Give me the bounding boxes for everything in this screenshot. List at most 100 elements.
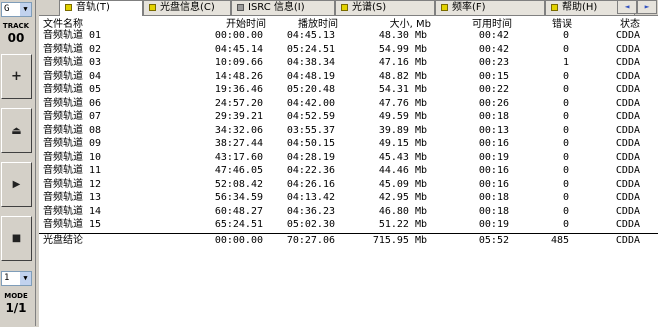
table-row[interactable]: 音频轨道 12 52:08.42 04:26.16 45.09 Mb 00:16 0 CDD… — [39, 179, 658, 190]
tab-frequency[interactable]: 频率(F) — [435, 0, 545, 15]
speed-select[interactable]: 1 ▼ — [1, 271, 32, 286]
scroll-right-icon[interactable]: ► — [637, 0, 657, 14]
table-row[interactable]: 音频轨道 02 04:45.14 05:24.51 54.99 Mb 00:42 0 CDD… — [39, 44, 658, 55]
track-errors: 1 — [562, 57, 569, 68]
track-status: CDDA — [615, 111, 640, 122]
track-start: 24:57.20 — [214, 97, 263, 109]
tab-label: 音轨(T) — [76, 2, 110, 13]
track-start: 38:27.44 — [214, 138, 263, 149]
summary-row[interactable]: 光盘结论 00:00.00 70:27.06 715.95 Mb 05:52 4… — [39, 235, 658, 246]
header-avail[interactable]: 可用时间 — [472, 19, 512, 30]
track-play: 04:28.19 — [286, 151, 335, 163]
track-avail: 00:16 — [478, 165, 509, 176]
eject-button[interactable]: ⏏ — [1, 108, 32, 153]
track-status: CDDA — [615, 97, 640, 109]
track-size: 42.95 Mb — [378, 192, 427, 203]
track-play: 04:26.16 — [286, 178, 335, 190]
track-errors: 0 — [562, 205, 569, 217]
track-name: 音频轨道 09 — [43, 138, 102, 149]
track-avail: 00:18 — [478, 111, 509, 122]
track-play: 03:55.37 — [286, 124, 335, 136]
tab-tracks[interactable]: 音轨(T) — [59, 0, 143, 16]
track-start: 29:39.21 — [214, 111, 263, 122]
chevron-down-icon[interactable]: ▼ — [20, 3, 31, 16]
scroll-left-icon[interactable]: ◄ — [617, 0, 637, 14]
drive-select[interactable]: G ▼ — [1, 2, 32, 17]
track-name: 音频轨道 06 — [43, 97, 102, 109]
tab-isrc-info[interactable]: ISRC 信息(I) — [231, 0, 335, 15]
track-play: 04:22.36 — [286, 165, 335, 176]
track-size: 54.99 Mb — [378, 43, 427, 55]
tab-disc-info[interactable]: 光盘信息(C) — [143, 0, 231, 15]
track-name: 音频轨道 04 — [43, 70, 102, 82]
summary-avail: 05:52 — [478, 235, 509, 246]
track-status: CDDA — [615, 30, 640, 41]
track-avail: 00:16 — [478, 138, 509, 149]
track-avail: 00:15 — [478, 70, 509, 82]
track-errors: 0 — [562, 70, 569, 82]
table-row[interactable]: 音频轨道 10 43:17.60 04:28.19 45.43 Mb 00:19 0 CDD… — [39, 152, 658, 163]
table-row[interactable]: 音频轨道 13 56:34.59 04:13.42 42.95 Mb 00:18 0 CDD… — [39, 192, 658, 203]
track-start: 65:24.51 — [214, 219, 263, 230]
header-name[interactable]: 文件名称 — [43, 19, 83, 30]
track-status: CDDA — [615, 151, 640, 163]
add-button[interactable]: + — [1, 54, 32, 99]
tab-scroll: ◄ ► — [617, 0, 657, 14]
header-size[interactable]: 大小, Mb — [390, 19, 431, 30]
table-row[interactable]: 音频轨道 05 19:36.46 05:20.48 54.31 Mb 00:22 0 CDD… — [39, 84, 658, 95]
table-row[interactable]: 音频轨道 04 14:48.26 04:48.19 48.82 Mb 00:15 0 CDD… — [39, 71, 658, 82]
tab-label: ISRC 信息(I) — [248, 2, 305, 13]
eject-icon: ⏏ — [11, 124, 22, 137]
table-row[interactable]: 音频轨道 07 29:39.21 04:52.59 49.59 Mb 00:18 0 CDD… — [39, 111, 658, 122]
track-name: 音频轨道 07 — [43, 111, 102, 122]
stop-button[interactable]: ■ — [1, 216, 32, 261]
header-start[interactable]: 开始时间 — [226, 19, 266, 30]
track-errors: 0 — [562, 84, 569, 95]
track-name: 音频轨道 11 — [43, 165, 102, 176]
track-start: 14:48.26 — [214, 70, 263, 82]
flag-icon — [237, 4, 244, 11]
table-row[interactable]: 音频轨道 09 38:27.44 04:50.15 49.15 Mb 00:16 0 CDD… — [39, 138, 658, 149]
track-start: 00:00.00 — [214, 30, 263, 41]
track-play: 04:50.15 — [286, 138, 335, 149]
track-label: TRACK — [2, 22, 30, 30]
track-avail: 00:26 — [478, 97, 509, 109]
tab-spectrum[interactable]: 光谱(S) — [335, 0, 435, 15]
summary-start: 00:00.00 — [214, 235, 263, 246]
track-name: 音频轨道 03 — [43, 57, 102, 68]
table-row[interactable]: 音频轨道 11 47:46.05 04:22.36 44.46 Mb 00:16 0 CDD… — [39, 165, 658, 176]
track-status: CDDA — [615, 138, 640, 149]
header-status[interactable]: 状态 — [620, 19, 640, 30]
track-name: 音频轨道 10 — [43, 151, 102, 163]
chevron-down-icon[interactable]: ▼ — [20, 272, 31, 285]
tab-bar: 音轨(T) 光盘信息(C) ISRC 信息(I) 光谱(S) 频率(F) 帮助(… — [39, 0, 658, 16]
track-size: 49.15 Mb — [378, 138, 427, 149]
track-name: 音频轨道 01 — [43, 30, 102, 41]
track-size: 49.59 Mb — [378, 111, 427, 122]
table-row[interactable]: 音频轨道 08 34:32.06 03:55.37 39.89 Mb 00:13 0 CDD… — [39, 125, 658, 136]
track-avail: 00:18 — [478, 192, 509, 203]
header-errors[interactable]: 错误 — [552, 19, 572, 30]
track-name: 音频轨道 13 — [43, 192, 102, 203]
table-row[interactable]: 音频轨道 06 24:57.20 04:42.00 47.76 Mb 00:26 0 CDD… — [39, 98, 658, 109]
table-row[interactable]: 音频轨道 14 60:48.27 04:36.23 46.80 Mb 00:18 0 CDD… — [39, 206, 658, 217]
track-errors: 0 — [562, 97, 569, 109]
summary-errors: 485 — [550, 235, 569, 246]
track-status: CDDA — [615, 205, 640, 217]
flag-icon — [65, 4, 72, 11]
track-status: CDDA — [615, 192, 640, 203]
table-row[interactable]: 音频轨道 15 65:24.51 05:02.30 51.22 Mb 00:19 0 CDD… — [39, 219, 658, 230]
tab-label: 帮助(H) — [562, 2, 598, 13]
play-button[interactable]: ▶ — [1, 162, 32, 207]
track-status: CDDA — [615, 219, 640, 230]
track-play: 04:45.13 — [286, 30, 335, 41]
track-status: CDDA — [615, 178, 640, 190]
header-play[interactable]: 播放时间 — [298, 19, 338, 30]
track-name: 音频轨道 05 — [43, 84, 102, 95]
track-table: 文件名称 开始时间 播放时间 大小, Mb 可用时间 错误 状态 音频轨道 01… — [39, 15, 658, 327]
table-row[interactable]: 音频轨道 01 00:00.00 04:45.13 48.30 Mb 00:42 0 CDD… — [39, 30, 658, 41]
track-errors: 0 — [562, 111, 569, 122]
table-row[interactable]: 音频轨道 03 10:09.66 04:38.34 47.16 Mb 00:23 1 CDD… — [39, 57, 658, 68]
track-size: 45.09 Mb — [378, 178, 427, 190]
mode-label: MODE — [4, 292, 28, 300]
